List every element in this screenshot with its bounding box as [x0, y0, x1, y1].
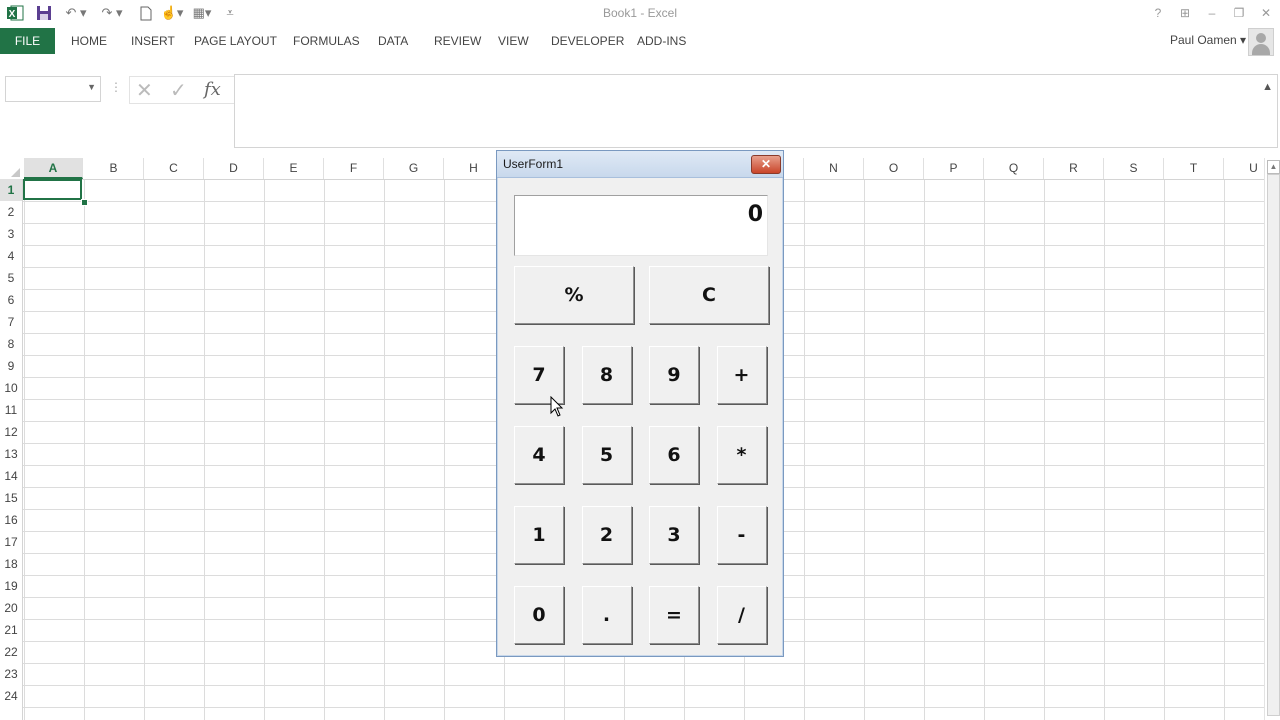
row-header-1[interactable]: 1 [0, 179, 22, 201]
window-title: Book1 - Excel [602, 6, 678, 20]
row-header-6[interactable]: 6 [0, 289, 22, 311]
calculator-display-value: 0 [747, 202, 763, 227]
key-4-button[interactable]: 4 [514, 426, 564, 484]
mouse-cursor-icon [550, 395, 564, 423]
column-header-a[interactable]: A [24, 158, 83, 179]
column-header-g[interactable]: G [384, 158, 444, 179]
column-header-p[interactable]: P [924, 158, 984, 179]
key-minus-button[interactable]: - [716, 506, 767, 564]
ribbon-display-options-icon[interactable]: ⊞ [1175, 4, 1195, 22]
key-percent-button[interactable]: % [514, 266, 634, 324]
column-header-f[interactable]: F [324, 158, 384, 179]
title-bar: X ↶ ▾ ↷ ▾ ☝▾ ▦▾ ⩡ Book1 - Excel ? ⊞ – ❐ … [0, 0, 1280, 26]
restore-icon[interactable]: ❐ [1229, 4, 1249, 22]
row-header-7[interactable]: 7 [0, 311, 22, 333]
row-header-20[interactable]: 20 [0, 597, 22, 619]
tab-developer[interactable]: DEVELOPER [551, 34, 624, 48]
row-header-8[interactable]: 8 [0, 333, 22, 355]
scroll-thumb[interactable] [1267, 174, 1280, 716]
key-5-button[interactable]: 5 [581, 426, 632, 484]
chevron-down-icon[interactable]: ▼ [87, 82, 96, 92]
avatar[interactable] [1248, 28, 1274, 56]
row-header-15[interactable]: 15 [0, 487, 22, 509]
column-header-t[interactable]: T [1164, 158, 1224, 179]
tab-home[interactable]: HOME [71, 34, 107, 48]
select-all-button[interactable] [0, 158, 22, 179]
insert-function-icon[interactable]: fx [204, 79, 221, 100]
formula-bar-grip-icon: ⋮ [110, 80, 122, 94]
column-header-r[interactable]: R [1044, 158, 1104, 179]
row-header-10[interactable]: 10 [0, 377, 22, 399]
tab-data[interactable]: DATA [378, 34, 408, 48]
row-header-18[interactable]: 18 [0, 553, 22, 575]
row-header-14[interactable]: 14 [0, 465, 22, 487]
close-window-icon[interactable]: ✕ [1256, 4, 1276, 22]
formula-buttons: ✕ ✓ fx [129, 76, 235, 104]
column-header-s[interactable]: S [1104, 158, 1164, 179]
userform-close-button[interactable]: ✕ [751, 155, 781, 174]
column-header-d[interactable]: D [204, 158, 264, 179]
vertical-scrollbar[interactable]: ▲ [1264, 158, 1280, 720]
key-9-button[interactable]: 9 [649, 346, 699, 404]
key-8-button[interactable]: 8 [581, 346, 632, 404]
tab-file[interactable]: FILE [0, 28, 55, 54]
row-header-19[interactable]: 19 [0, 575, 22, 597]
key-0-button[interactable]: 0 [514, 586, 564, 644]
key-3-button[interactable]: 3 [649, 506, 699, 564]
userform-dialog: UserForm1 ✕ 0 % C 7 8 9 +4 5 6 * 1 2 3-0. = / [496, 150, 784, 657]
column-header-o[interactable]: O [864, 158, 924, 179]
selected-cell[interactable] [23, 179, 82, 200]
row-header-9[interactable]: 9 [0, 355, 22, 377]
row-header-17[interactable]: 17 [0, 531, 22, 553]
column-header-c[interactable]: C [144, 158, 204, 179]
column-header-b[interactable]: B [84, 158, 144, 179]
row-header-2[interactable]: 2 [0, 201, 22, 223]
tab-formulas[interactable]: FORMULAS [293, 34, 360, 48]
row-header-5[interactable]: 5 [0, 267, 22, 289]
tab-view[interactable]: VIEW [498, 34, 529, 48]
tab-add-ins[interactable]: ADD-INS [637, 34, 686, 48]
cancel-icon[interactable]: ✕ [136, 78, 153, 103]
column-header-n[interactable]: N [804, 158, 864, 179]
tab-page-layout[interactable]: PAGE LAYOUT [194, 34, 277, 48]
row-header-22[interactable]: 22 [0, 641, 22, 663]
key-6-button[interactable]: 6 [649, 426, 699, 484]
row-header-24[interactable]: 24 [0, 685, 22, 707]
enter-icon[interactable]: ✓ [170, 78, 187, 103]
userform-title-bar[interactable]: UserForm1 ✕ [497, 151, 783, 178]
key-1-button[interactable]: 1 [514, 506, 564, 564]
row-header-4[interactable]: 4 [0, 245, 22, 267]
row-headers: 1 2 3 4 5 6 7 8 9 10 11 12 13 14 15 16 17 18 19 20 21 22 23 24 [0, 179, 23, 720]
userform-title: UserForm1 [503, 157, 564, 171]
key-equals-button[interactable]: = [649, 586, 699, 644]
row-header-3[interactable]: 3 [0, 223, 22, 245]
key-clear-button[interactable]: C [649, 266, 769, 324]
column-header-h[interactable]: H [444, 158, 504, 179]
row-header-16[interactable]: 16 [0, 509, 22, 531]
key-multiply-button[interactable]: * [716, 426, 767, 484]
column-header-q[interactable]: Q [984, 158, 1044, 179]
name-box[interactable]: ▼ [5, 76, 101, 102]
calculator-display[interactable]: 0 [514, 195, 768, 256]
row-header-13[interactable]: 13 [0, 443, 22, 465]
key-divide-button[interactable]: / [716, 586, 767, 644]
collapse-formula-bar-icon[interactable]: ▲ [1262, 81, 1273, 93]
key-2-button[interactable]: 2 [581, 506, 632, 564]
tab-review[interactable]: REVIEW [434, 34, 481, 48]
tab-insert[interactable]: INSERT [131, 34, 175, 48]
user-name[interactable]: Paul Oamen ▾ [1170, 33, 1246, 47]
help-icon[interactable]: ? [1148, 4, 1168, 22]
key-decimal-button[interactable]: . [581, 586, 632, 644]
scroll-up-icon[interactable]: ▲ [1267, 160, 1280, 174]
ribbon-tabs: FILE HOME INSERT PAGE LAYOUT FORMULAS DA… [0, 26, 1280, 56]
minimize-icon[interactable]: – [1202, 4, 1222, 22]
row-header-11[interactable]: 11 [0, 399, 22, 421]
row-header-23[interactable]: 23 [0, 663, 22, 685]
key-plus-button[interactable]: + [716, 346, 767, 404]
row-header-12[interactable]: 12 [0, 421, 22, 443]
row-header-21[interactable]: 21 [0, 619, 22, 641]
column-header-e[interactable]: E [264, 158, 324, 179]
fill-handle[interactable] [81, 199, 88, 206]
formula-input[interactable]: ▲ [234, 74, 1278, 148]
